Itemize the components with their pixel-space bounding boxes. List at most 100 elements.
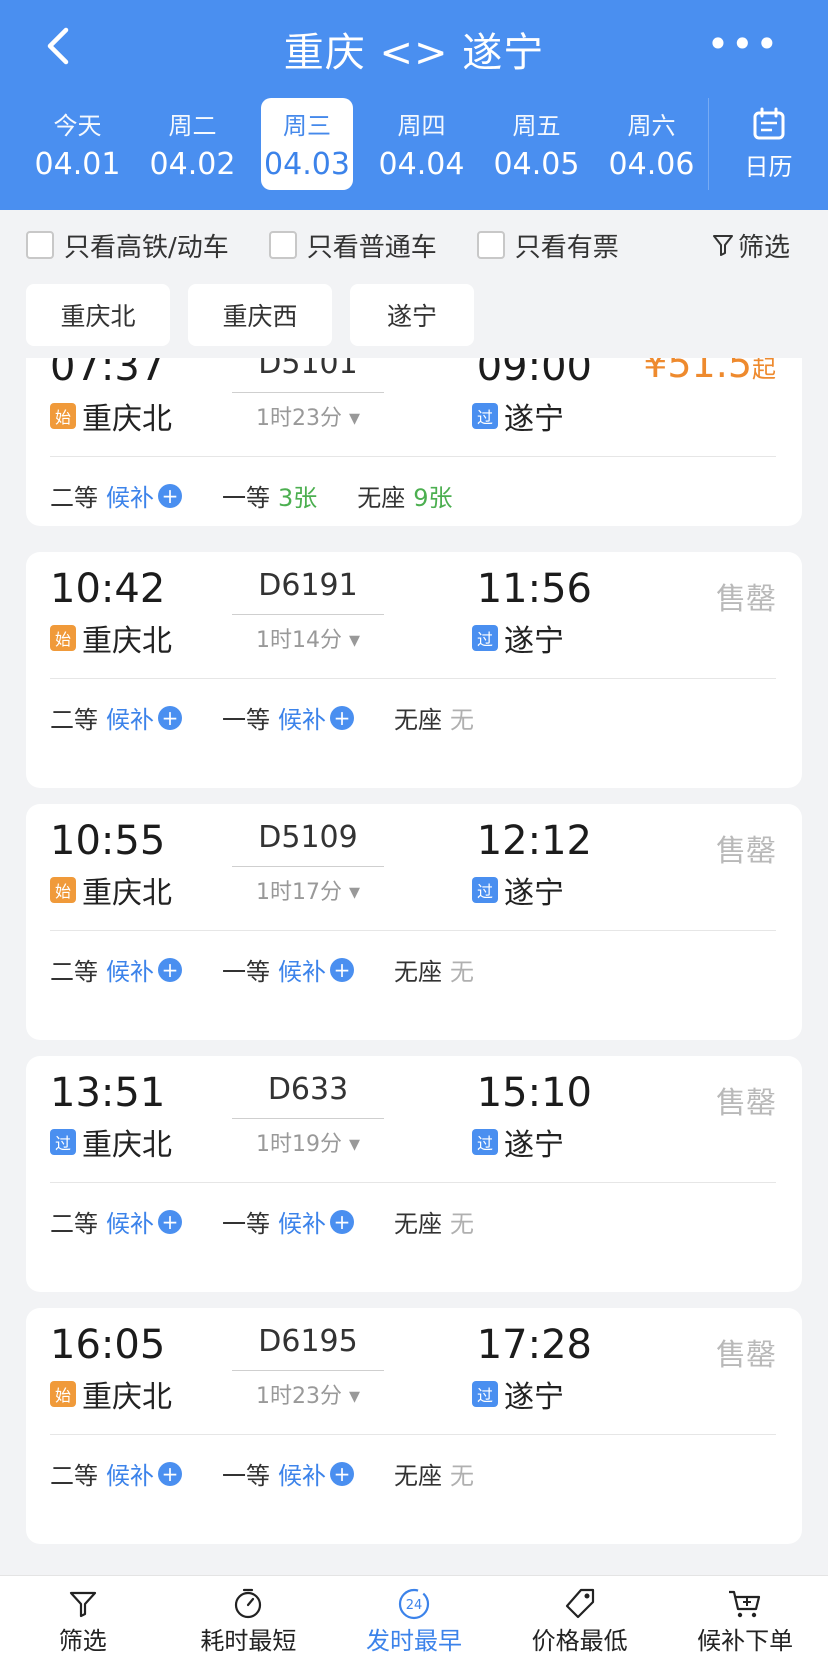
- funnel-icon: [712, 235, 733, 256]
- seat-class: 一等: [222, 1210, 270, 1238]
- arrival-station: 过遂宁: [472, 1120, 564, 1164]
- duration[interactable]: 1时23分 ▾: [232, 400, 384, 432]
- seat-availability: 二等 候补 + 一等 候补 + 无座无: [50, 700, 514, 735]
- date-tab-0402[interactable]: 周二 04.02: [135, 98, 250, 190]
- duration[interactable]: 1时19分 ▾: [232, 1126, 384, 1158]
- origin-tag: 始: [50, 1381, 76, 1407]
- seat-first-class[interactable]: 一等 候补 +: [222, 952, 354, 987]
- departure-station: 始重庆北: [50, 394, 172, 438]
- departure-station: 始重庆北: [50, 868, 172, 912]
- caret-down-icon: ▾: [348, 406, 361, 431]
- seat-second-class[interactable]: 二等 候补 +: [50, 952, 182, 987]
- departure-station: 过重庆北: [50, 1120, 172, 1164]
- filter-button[interactable]: 筛选: [712, 227, 790, 264]
- checkbox-label: 只看普通车: [306, 232, 437, 263]
- pass-tag: 过: [472, 1381, 498, 1407]
- cart-add-icon: [729, 1590, 761, 1618]
- train-card[interactable]: 10:42 D6191 1时14分 ▾ 11:56 售罄 始重庆北 过遂宁 二等…: [26, 552, 802, 788]
- station-chips: 重庆北 重庆西 遂宁: [26, 284, 492, 346]
- date-tab-0403-selected[interactable]: 周三 04.03: [261, 98, 353, 190]
- seat-class: 二等: [50, 958, 98, 986]
- train-card[interactable]: 13:51 D633 1时19分 ▾ 15:10 售罄 过重庆北 过遂宁 二等候…: [26, 1056, 802, 1292]
- date-tabs: 今天 04.01 周二 04.02 周三 04.03 周四 04.04 周五 0…: [20, 98, 709, 190]
- seat-none: 无: [450, 1210, 474, 1238]
- seat-second-class[interactable]: 二等 候补 +: [50, 478, 182, 513]
- seat-waitlist: 候补: [106, 1462, 154, 1490]
- station-chip-chongqing-west[interactable]: 重庆西: [188, 284, 332, 346]
- plus-circle-icon: +: [330, 705, 354, 730]
- divider: [50, 678, 776, 679]
- caret-down-icon: ▾: [348, 1132, 361, 1157]
- checkbox-box: [476, 231, 505, 259]
- date-weekday: 周三: [283, 112, 331, 140]
- date-tab-0401[interactable]: 今天 04.01: [20, 98, 135, 190]
- nav-waitlist-order[interactable]: 候补下单: [662, 1576, 828, 1667]
- nav-filter[interactable]: 筛选: [0, 1576, 166, 1667]
- seat-waitlist: 候补: [106, 1210, 154, 1238]
- normal-train-only-checkbox[interactable]: 只看普通车: [268, 227, 437, 264]
- arrival-time: 11:56: [476, 566, 592, 612]
- date-tab-0406[interactable]: 周六 04.06: [594, 98, 709, 190]
- nav-earliest-departure[interactable]: 24 发时最早: [331, 1576, 497, 1667]
- seat-availability: 二等 候补 + 一等 候补 + 无座无: [50, 1204, 514, 1239]
- seat-first-class[interactable]: 一等 候补 +: [222, 700, 354, 735]
- more-options-button[interactable]: •••: [707, 25, 780, 63]
- station-chip-chongqing-north[interactable]: 重庆北: [26, 284, 170, 346]
- checkbox-label: 只看有票: [514, 232, 619, 263]
- date-weekday: 周四: [397, 112, 446, 140]
- departure-time: 13:51: [50, 1070, 166, 1116]
- seat-no-seat[interactable]: 无座 9张: [357, 478, 452, 513]
- sold-out-status: 售罄: [716, 1338, 776, 1373]
- station-name: 遂宁: [504, 1128, 564, 1163]
- duration[interactable]: 1时17分 ▾: [232, 874, 384, 906]
- station-name: 遂宁: [504, 624, 564, 659]
- date-tab-0405[interactable]: 周五 04.05: [479, 98, 594, 190]
- duration[interactable]: 1时23分 ▾: [232, 1378, 384, 1410]
- seat-waitlist: 候补: [278, 958, 326, 986]
- station-name: 遂宁: [504, 876, 564, 911]
- high-speed-only-checkbox[interactable]: 只看高铁/动车: [26, 227, 229, 264]
- arrival-station: 过遂宁: [472, 868, 564, 912]
- available-only-checkbox[interactable]: 只看有票: [476, 227, 619, 264]
- calendar-button[interactable]: 日历: [708, 98, 828, 190]
- seat-no-seat: 无座无: [394, 700, 474, 735]
- departure-station: 始重庆北: [50, 1372, 172, 1416]
- duration-text: 1时23分: [255, 1384, 342, 1409]
- seat-class: 无座: [394, 958, 442, 986]
- filter-bar: 只看高铁/动车 只看普通车 只看有票 筛选: [0, 210, 828, 280]
- arrival-time: 15:10: [476, 1070, 592, 1116]
- seat-second-class[interactable]: 二等 候补 +: [50, 700, 182, 735]
- seat-class: 无座: [394, 706, 442, 734]
- seat-none: 无: [450, 958, 474, 986]
- train-card[interactable]: 16:05 D6195 1时23分 ▾ 17:28 售罄 始重庆北 过遂宁 二等…: [26, 1308, 802, 1544]
- sold-out-status: 售罄: [716, 582, 776, 617]
- seat-second-class[interactable]: 二等 候补 +: [50, 1204, 182, 1239]
- seat-first-class[interactable]: 一等 候补 +: [222, 1204, 354, 1239]
- station-name: 遂宁: [504, 1380, 564, 1415]
- station-name: 重庆北: [82, 876, 172, 911]
- nav-label: 候补下单: [697, 1627, 794, 1655]
- nav-lowest-price[interactable]: 价格最低: [497, 1576, 663, 1667]
- station-chip-suining[interactable]: 遂宁: [350, 284, 474, 346]
- nav-shortest-duration[interactable]: 耗时最短: [166, 1576, 332, 1667]
- train-number: D6191: [258, 568, 358, 603]
- duration-text: 1时17分: [255, 880, 342, 905]
- seat-first-class[interactable]: 一等 候补 +: [222, 1456, 354, 1491]
- seat-waitlist: 候补: [106, 484, 154, 512]
- station-name: 重庆北: [82, 402, 172, 437]
- seat-class: 一等: [222, 958, 270, 986]
- train-card[interactable]: 07:37 D5101 1时23分 ▾ 09:00 ¥51.5起 始重庆北 过遂…: [26, 358, 802, 526]
- origin-tag: 始: [50, 625, 76, 651]
- clock-24-icon: 24: [398, 1588, 430, 1620]
- nav-label: 耗时最短: [200, 1627, 297, 1655]
- train-card[interactable]: 10:55 D5109 1时17分 ▾ 12:12 售罄 始重庆北 过遂宁 二等…: [26, 804, 802, 1040]
- duration[interactable]: 1时14分 ▾: [232, 622, 384, 654]
- date-value: 04.02: [149, 147, 236, 182]
- seat-second-class[interactable]: 二等 候补 +: [50, 1456, 182, 1491]
- bottom-toolbar: 筛选 耗时最短 24 发时最早 价格最低 候补下单: [0, 1575, 828, 1667]
- date-tab-0404[interactable]: 周四 04.04: [364, 98, 479, 190]
- seat-first-class[interactable]: 一等 3张: [222, 478, 317, 513]
- funnel-icon: [69, 1591, 96, 1618]
- plus-circle-icon: +: [158, 1461, 182, 1486]
- seat-class: 无座: [394, 1462, 442, 1490]
